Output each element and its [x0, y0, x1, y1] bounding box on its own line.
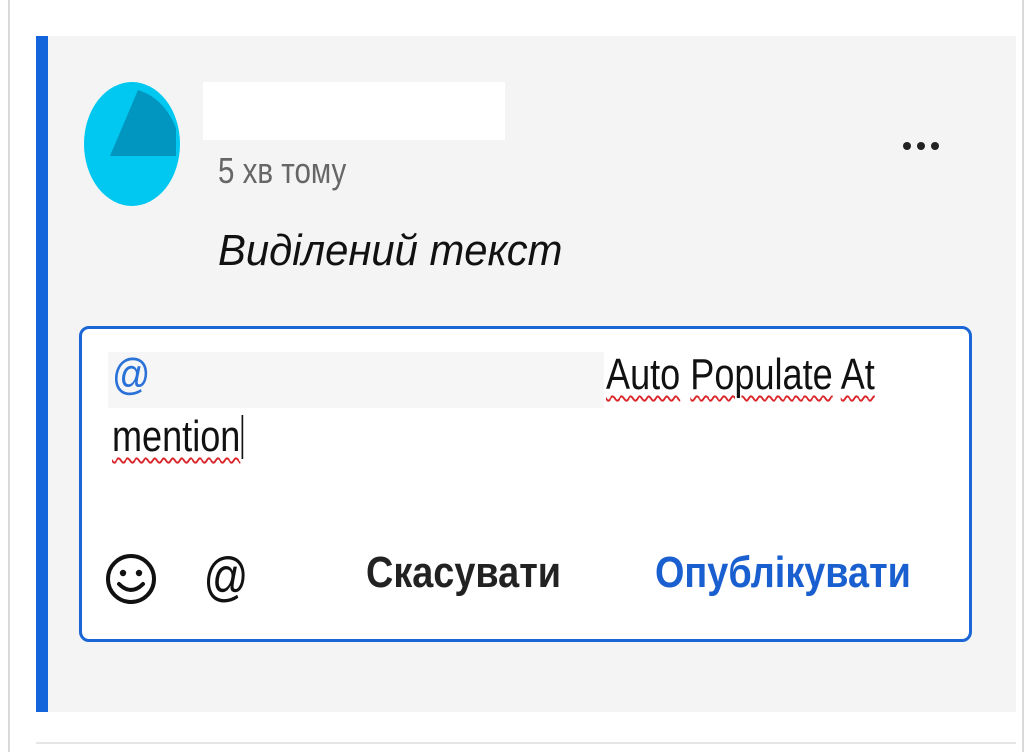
mention-button[interactable]: @ [201, 542, 250, 612]
mention-at-symbol: @ [112, 350, 151, 399]
editor-text-line-1[interactable]: Auto Populate At [606, 350, 875, 400]
ellipsis-horizontal-icon [903, 142, 939, 150]
comment-timestamp: 5 хв тому [218, 150, 347, 191]
cancel-button[interactable]: Скасувати [366, 548, 561, 598]
word-at: At [840, 350, 875, 399]
more-options-button[interactable] [890, 126, 952, 166]
smiley-icon[interactable] [104, 550, 158, 608]
word-populate: Populate [690, 350, 833, 399]
word-mention: mention [112, 412, 241, 461]
publish-button[interactable]: Опублікувати [655, 548, 911, 598]
editor-text-line-2[interactable]: mention [112, 412, 243, 462]
mention-chip[interactable] [108, 352, 604, 408]
author-name-redacted [203, 82, 505, 140]
avatar[interactable] [84, 82, 180, 206]
word-auto: Auto [606, 350, 681, 399]
text-caret [241, 415, 243, 459]
selected-text-quote: Виділений текст [218, 226, 563, 275]
divider [36, 742, 1016, 744]
